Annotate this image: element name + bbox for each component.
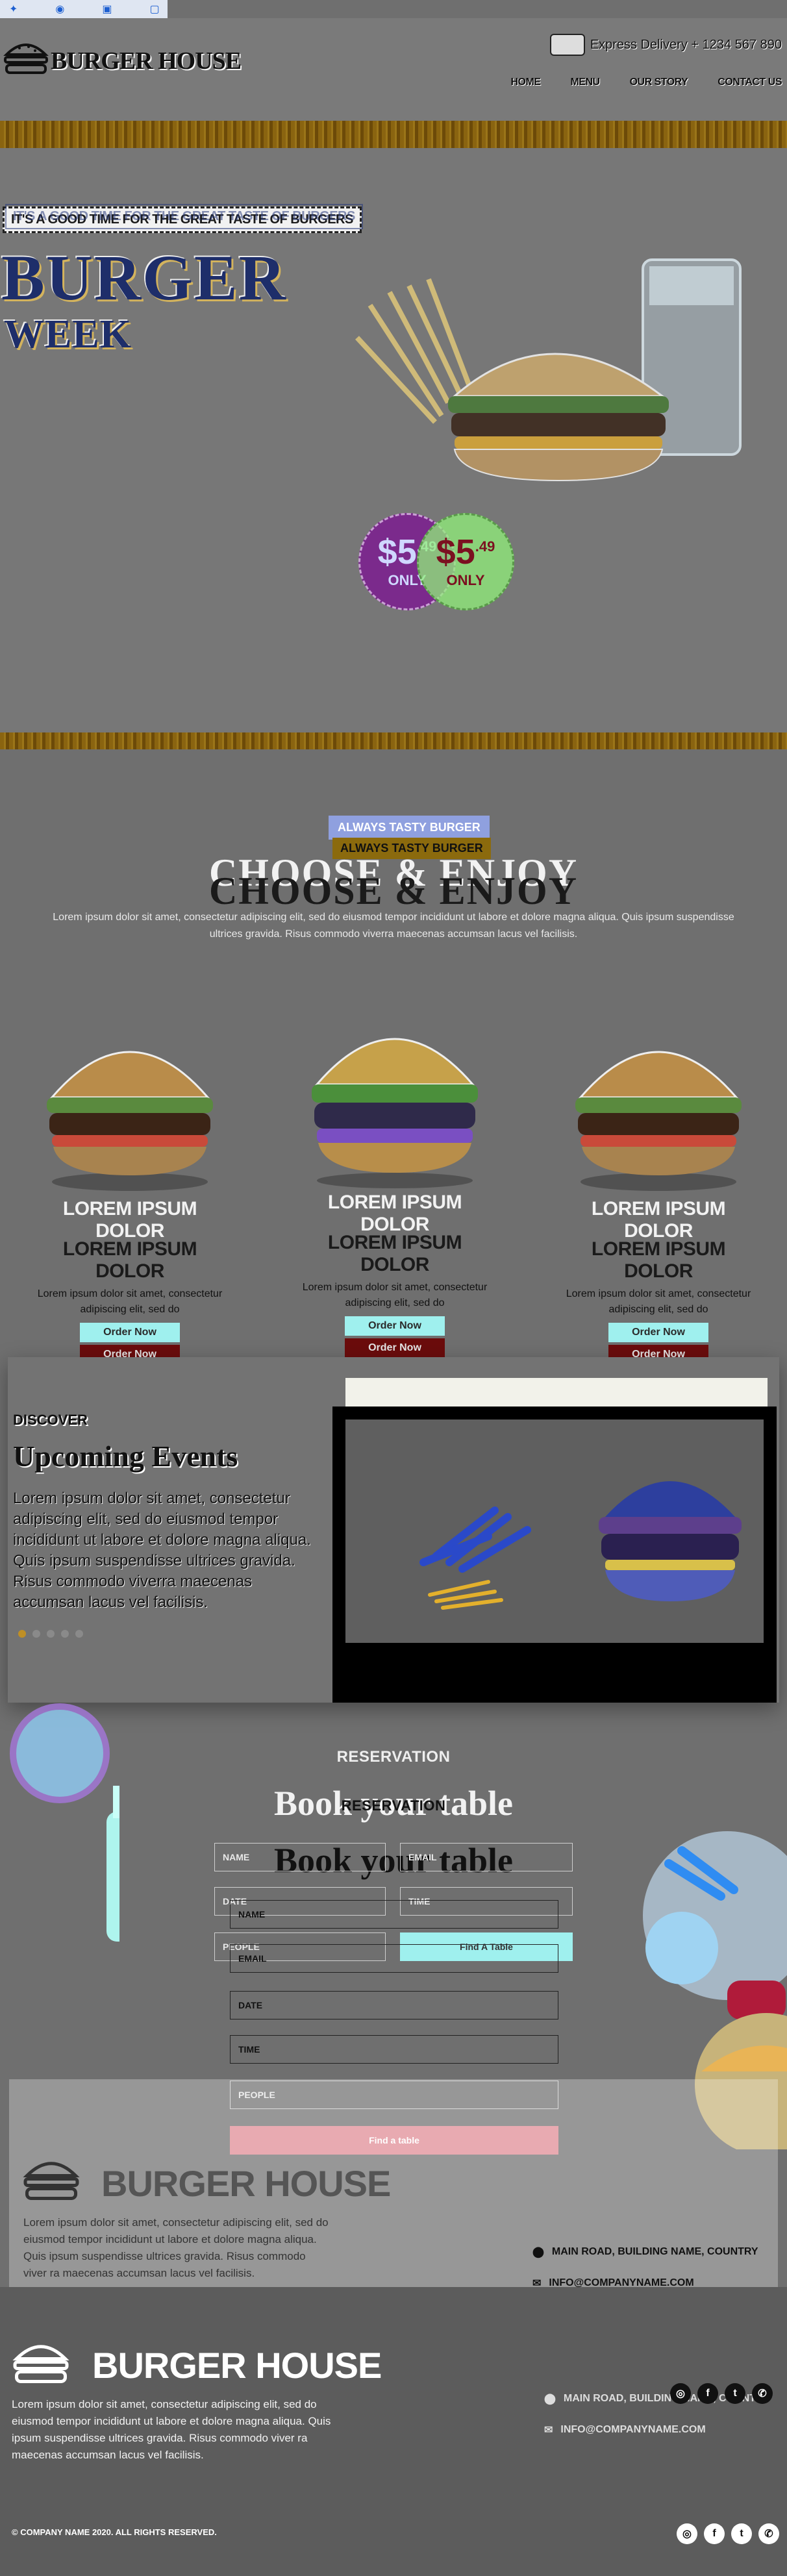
footer-social-ghost: ◎ f t ✆ (670, 2383, 773, 2404)
mail-icon: ✉ (544, 2425, 553, 2436)
nav-item-home[interactable]: HOME (510, 77, 541, 88)
hero-subheadline: WEEK (4, 312, 132, 356)
footer-text-ghost: Lorem ipsum dolor sit amet, consectetur … (23, 2216, 329, 2279)
burger-logo-icon[interactable] (3, 38, 49, 79)
choose-enjoy-heading-shadow: CHOOSE & ENJOY (208, 869, 579, 912)
card-text: Lorem ipsum dolor sit amet, consectetur … (37, 1288, 223, 1315)
gold-stripe-top (0, 121, 787, 149)
footer-brand-ghost: BURGER HOUSE (101, 2163, 391, 2204)
whatsapp-icon[interactable]: ✆ (752, 2383, 773, 2404)
card-title: LOREM IPSUM DOLOR (327, 1192, 462, 1235)
events-text: Lorem ipsum dolor sit amet, consectetur … (13, 1490, 311, 1611)
cursor-icon[interactable]: ✦ (9, 3, 18, 16)
facebook-icon[interactable]: f (704, 2523, 725, 2544)
footer-brand[interactable]: BURGER HOUSE (92, 2344, 382, 2386)
carousel-dot[interactable] (75, 1630, 83, 1638)
footer-burger-logo-icon (12, 2345, 69, 2383)
whatsapp-icon[interactable]: ✆ (758, 2523, 779, 2544)
menu-card: LOREM IPSUM DOLOR LOREM IPSUM DOLOR Lore… (32, 1000, 227, 1364)
card-text: Lorem ipsum dolor sit amet, consectetur … (302, 1282, 488, 1308)
reservation-label: RESERVATION (336, 1748, 451, 1766)
footer-text: Lorem ipsum dolor sit amet, consectetur … (12, 2398, 331, 2461)
price-cents-alt: .49 (475, 538, 495, 555)
events-carousel-dots (18, 1630, 83, 1638)
nav-item-menu[interactable]: MENU (570, 77, 600, 88)
card-title-shadow: LOREM IPSUM DOLOR (591, 1238, 726, 1282)
menu-card: LOREM IPSUM DOLOR LOREM IPSUM DOLOR Lore… (561, 1000, 756, 1364)
burger-image (312, 1038, 478, 1188)
facebook-icon[interactable]: f (697, 2383, 718, 2404)
copyright: © COMPANY NAME 2020. ALL RIGHTS RESERVED… (12, 2527, 217, 2537)
footer-social: ◎ f t ✆ (677, 2523, 779, 2544)
main-nav: HOME MENU OUR STORY CONTACT US (510, 77, 787, 88)
instagram-icon[interactable]: ◎ (677, 2523, 697, 2544)
lock-icon[interactable]: ▣ (102, 3, 112, 16)
delivery-truck-icon (549, 34, 585, 56)
burger-image (47, 1051, 213, 1191)
price-note-alt: ONLY (446, 572, 485, 588)
order-now-button[interactable]: Order Now (608, 1323, 708, 1342)
order-now-button[interactable]: Order Now (80, 1323, 180, 1342)
eye-icon[interactable]: ◉ (55, 3, 64, 16)
twitter-icon[interactable]: t (731, 2523, 752, 2544)
date-field[interactable]: DATE (230, 1991, 558, 2020)
card-title-shadow: LOREM IPSUM DOLOR (327, 1232, 462, 1275)
hero-tagline-shadow: IT'S A GOOD TIME FOR THE GREAT TASTE OF … (5, 204, 363, 229)
browser-toolbar: ✦ ◉ ▣ ▢ (0, 0, 168, 18)
footer-burger-logo-icon (23, 2162, 80, 2200)
events-image (332, 1407, 777, 1703)
order-now-button-shadow[interactable]: Order Now (345, 1338, 445, 1358)
events-heading: Upcoming Events (13, 1440, 238, 1473)
always-tasty-chip: ALWAYS TASTY BURGER (329, 816, 490, 840)
footer-email[interactable]: ✉ INFO@COMPANYNAME.COM (544, 2423, 706, 2436)
menu-card: LOREM IPSUM DOLOR LOREM IPSUM DOLOR Lore… (297, 994, 492, 1358)
email-field[interactable]: EMAIL (230, 1944, 558, 1973)
card-title: LOREM IPSUM DOLOR (62, 1198, 197, 1242)
time-field[interactable]: TIME (230, 2035, 558, 2064)
nav-item-our-story[interactable]: OUR STORY (630, 77, 688, 88)
name-field-ghost: NAME (214, 1843, 386, 1871)
reservation-heading-shadow: Book your table (273, 1841, 514, 1880)
about-text: Lorem ipsum dolor sit amet, consectetur … (53, 912, 734, 940)
email-field-ghost: EMAIL (400, 1843, 573, 1871)
card-title-shadow: LOREM IPSUM DOLOR (62, 1238, 197, 1282)
carousel-dot[interactable] (32, 1630, 40, 1638)
events-eyebrow: DISCOVER (13, 1412, 88, 1428)
location-pin-icon: ⬤ (544, 2394, 556, 2405)
hero-headline: BURGER (1, 242, 287, 314)
instagram-icon[interactable]: ◎ (670, 2383, 691, 2404)
site-header: BURGER HOUSE Express Delivery + 1234 567… (0, 18, 787, 122)
carousel-dot[interactable] (61, 1630, 69, 1638)
burger-fries-image (345, 1419, 764, 1643)
reservation-label-shadow: RESERVATION (341, 1797, 446, 1814)
card-text: Lorem ipsum dolor sit amet, consectetur … (566, 1288, 751, 1315)
delivery-phone-text: Express Delivery + 1234 567 890 (590, 37, 782, 52)
page-icon[interactable]: ▢ (150, 3, 160, 16)
carousel-dot[interactable] (47, 1630, 55, 1638)
brand-name[interactable]: BURGER HOUSE (51, 47, 242, 75)
card-title: LOREM IPSUM DOLOR (591, 1198, 726, 1242)
gold-stripe-bottom (0, 732, 787, 749)
footer-address-ghost: ⬤ MAIN ROAD, BUILDING NAME, COUNTRY (532, 2246, 758, 2258)
carousel-dot[interactable] (18, 1630, 26, 1638)
delivery-phone[interactable]: Express Delivery + 1234 567 890 (549, 34, 782, 56)
events-image-frame-top (345, 1378, 768, 1410)
reservation-decor-left (10, 1703, 119, 1942)
burger-image (575, 1051, 742, 1191)
price-badge-secondary: $5.49 ONLY (417, 513, 514, 610)
order-now-button[interactable]: Order Now (345, 1316, 445, 1336)
location-pin-icon: ⬤ (532, 2247, 544, 2258)
twitter-icon[interactable]: t (725, 2383, 745, 2404)
price-main-alt: $5 (436, 532, 475, 571)
name-field[interactable]: NAME (230, 1900, 558, 1929)
nav-item-contact-us[interactable]: CONTACT US (718, 77, 782, 88)
price-main: $5 (377, 532, 417, 571)
